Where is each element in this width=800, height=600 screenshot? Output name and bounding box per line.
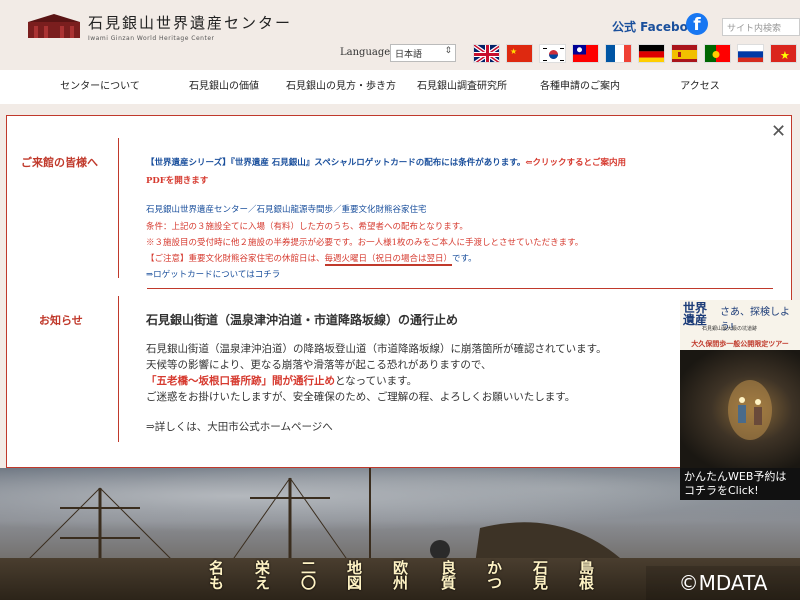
section-divider-1 — [118, 138, 119, 278]
watermark: ©MDATA — [646, 566, 800, 600]
roget-card-pdf-text[interactable]: PDFを開きます — [146, 174, 208, 186]
news-paragraph-3-rest: となっています。 — [335, 375, 418, 387]
main-nav: センターについて 石見銀山の価値 石見銀山の見方・歩き方 石見銀山調査研究所 各… — [0, 70, 800, 104]
news-paragraph-1: 石見銀山街道（温泉津沖泊道）の降路坂登山道（市道降路坂線）に崩落箇所が確認されて… — [146, 343, 607, 355]
news-paragraph-3: 「五老橋〜坂根口番所跡」間が通行止めとなっています。 — [146, 373, 417, 388]
banner-cta-line-1: かんたんWEB予約は — [684, 470, 787, 483]
language-flags: ★ ★ — [473, 44, 797, 63]
russia-flag-icon[interactable] — [737, 44, 764, 63]
hero-vertical-text-3: 二〇 — [299, 560, 317, 590]
vietnam-flag-icon[interactable]: ★ — [770, 44, 797, 63]
nav-item-applications[interactable]: 各種申請のご案内 — [532, 70, 628, 104]
france-flag-icon[interactable] — [605, 44, 632, 63]
site-header: 石見銀山世界遺産センター Iwami Ginzan World Heritage… — [0, 0, 800, 70]
roget-card-notice-text: 【世界遺産シリーズ】『世界遺産 石見銀山』スペシャルロゲットカードの配布には条件… — [146, 158, 526, 168]
svg-text:★: ★ — [510, 47, 517, 56]
language-select[interactable]: 日本語 — [390, 44, 456, 62]
nav-item-access[interactable]: アクセス — [670, 70, 730, 104]
site-logo[interactable]: 石見銀山世界遺産センター Iwami Ginzan World Heritage… — [28, 12, 292, 42]
closure-notice-prefix: 【ご注意】重要文化財熊谷家住宅の休館日は、 — [146, 254, 325, 264]
mine-tunnel-illustration — [728, 380, 772, 440]
hero-vertical-text-8: 石見 — [531, 560, 549, 590]
language-label: Language : — [340, 47, 397, 58]
receipt-line: ※３施設目の受付時に他２施設の半券提示が必要です。お一人様1枚のみをご本人に手渡… — [146, 238, 584, 248]
roget-card-pdf-link[interactable]: ⇐クリックするとご案内用 — [525, 158, 626, 168]
hero-vertical-text-6: 良質 — [439, 560, 457, 590]
hero-vertical-text-4: 地図 — [345, 560, 363, 590]
visitors-section-title: ご来館の皆様へ — [21, 156, 98, 169]
news-headline: 石見銀山街道（温泉津沖泊道・市道降路坂線）の通行止め — [146, 313, 459, 327]
banner-header: 世界遺産 さあ、探検しよう! 石見銀山最大級の坑道跡 — [680, 300, 800, 342]
banner-subtitle: 石見銀山最大級の坑道跡 — [702, 326, 758, 332]
facilities-line: 石見銀山世界遺産センター／石見銀山龍源寺間歩／重要文化財熊谷家住宅 — [146, 205, 427, 215]
korea-flag-icon[interactable] — [539, 44, 566, 63]
logo-title: 石見銀山世界遺産センター — [88, 14, 293, 32]
spain-flag-icon[interactable] — [671, 44, 698, 63]
closure-notice-suffix: です。 — [452, 254, 477, 264]
nav-item-walk[interactable]: 石見銀山の見方・歩き方 — [282, 70, 400, 104]
uk-flag-icon[interactable] — [473, 44, 500, 63]
banner-cta[interactable]: かんたんWEB予約は コチラをClick! — [680, 468, 800, 500]
close-icon[interactable]: ✕ — [771, 121, 786, 142]
hero-vertical-text-2: 栄え — [253, 560, 271, 590]
banner-cta-line-2: コチラをClick! — [684, 484, 759, 497]
svg-text:★: ★ — [780, 49, 790, 62]
logo-subtitle: Iwami Ginzan World Heritage Center — [88, 35, 215, 42]
hero-vertical-text-5: 欧州 — [391, 560, 409, 590]
hero-vertical-text-1: 名も — [207, 560, 225, 590]
closure-day: 毎週火曜日（祝日の場合は翌日） — [324, 254, 453, 266]
hero-vertical-text-9: 島根 — [577, 560, 595, 590]
hero-vertical-text-7: かつ — [485, 560, 503, 590]
news-section-title: お知らせ — [39, 314, 83, 327]
language-selected-value: 日本語 — [395, 50, 423, 60]
nav-item-research[interactable]: 石見銀山調査研究所 — [410, 70, 514, 104]
news-paragraph-2: 天候等の影響により、更なる崩落や滑落等が起こる恐れがありますので、 — [146, 359, 492, 371]
taiwan-flag-icon[interactable] — [572, 44, 599, 63]
roget-card-notice[interactable]: 【世界遺産シリーズ】『世界遺産 石見銀山』スペシャルロゲットカードの配布には条件… — [146, 156, 626, 168]
facebook-icon[interactable]: f — [686, 13, 708, 35]
roget-card-info-link[interactable]: ⇒ロゲットカードについてはコチラ — [146, 268, 280, 280]
mine-tunnel-photo — [680, 350, 800, 468]
banner-heritage-label: 世界遺産 — [683, 302, 707, 326]
tour-reservation-banner[interactable]: 世界遺産 さあ、探検しよう! 石見銀山最大級の坑道跡 大久保間歩一般公開限定ツア… — [680, 300, 800, 500]
nav-item-about[interactable]: センターについて — [0, 70, 200, 104]
closure-notice: 【ご注意】重要文化財熊谷家住宅の休館日は、毎週火曜日（祝日の場合は翌日）です。 — [146, 252, 477, 266]
logo-building-icon — [28, 14, 80, 38]
site-search-input[interactable]: サイト内検索 — [722, 18, 800, 36]
nav-item-value[interactable]: 石見銀山の価値 — [178, 70, 270, 104]
banner-tour-label: 大久保間歩一般公開限定ツアー — [680, 338, 800, 350]
section-divider-horizontal — [147, 288, 773, 289]
conditions-line: 条件：上記の３施設全てに入場（有料）した方のうち、希望者への配布となります。 — [146, 222, 468, 232]
road-closure-section: 「五老橋〜坂根口番所跡」間が通行止め — [146, 375, 335, 387]
news-paragraph-4: ご迷惑をお掛けいたしますが、安全確保のため、ご理解の程、よろしくお願いいたします… — [146, 391, 576, 403]
china-flag-icon[interactable]: ★ — [506, 44, 533, 63]
notice-modal: ✕ ご来館の皆様へ 【世界遺産シリーズ】『世界遺産 石見銀山』スペシャルロゲット… — [6, 115, 792, 468]
germany-flag-icon[interactable] — [638, 44, 665, 63]
banner-heritage-text: 世界遺産 — [683, 301, 708, 327]
portugal-flag-icon[interactable] — [704, 44, 731, 63]
oda-city-link[interactable]: ⇒詳しくは、大田市公式ホームページへ — [146, 419, 333, 434]
section-divider-2 — [118, 296, 119, 442]
